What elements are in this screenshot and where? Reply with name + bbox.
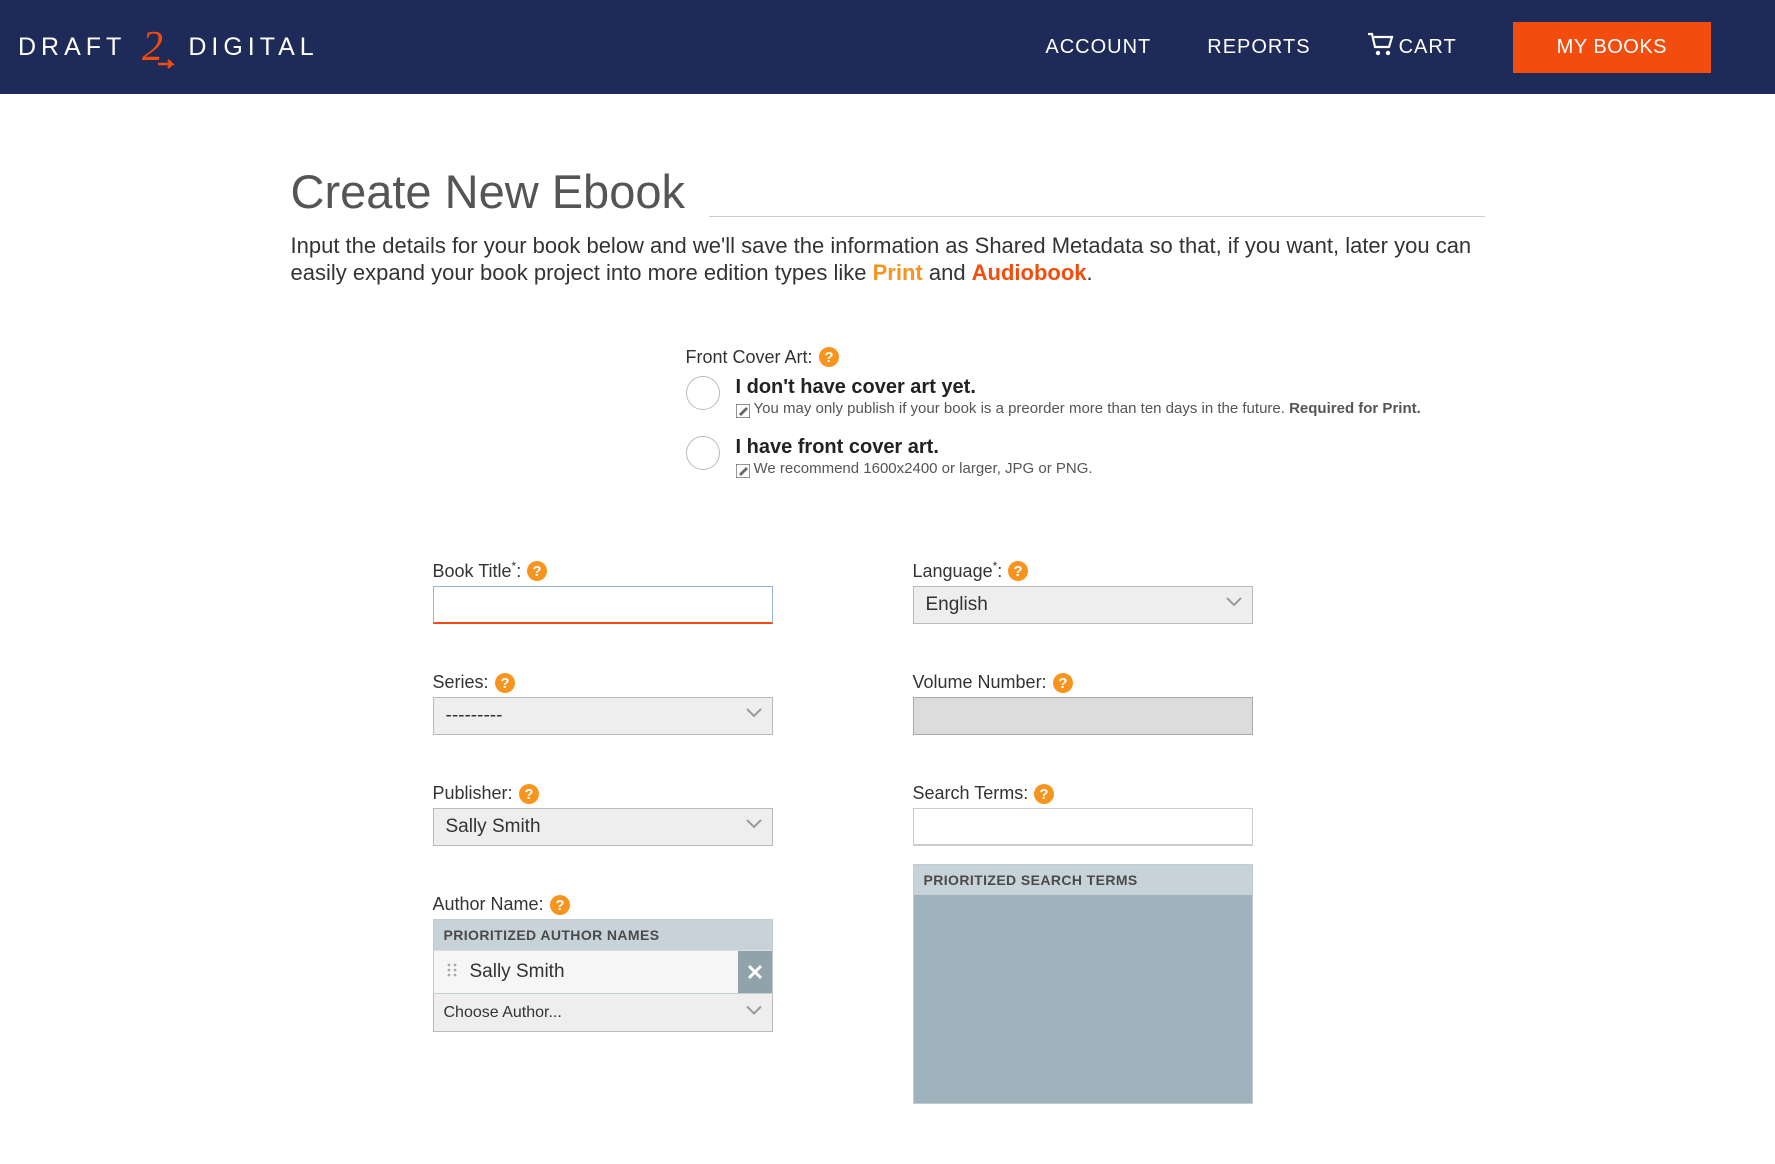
nav-account[interactable]: ACCOUNT — [1045, 36, 1151, 59]
publisher-select[interactable]: Sally Smith — [433, 808, 773, 846]
publisher-label: Publisher: — [433, 783, 773, 804]
author-label-text: Author Name: — [433, 894, 544, 915]
search-terms-panel-header: PRIORITIZED SEARCH TERMS — [914, 865, 1252, 895]
series-select[interactable]: --------- — [433, 697, 773, 735]
search-terms-label-text: Search Terms: — [913, 783, 1029, 804]
main-nav: ACCOUNT REPORTS CART MY BOOKS — [1045, 22, 1711, 73]
series-label-text: Series: — [433, 672, 489, 693]
volume-input-disabled — [913, 697, 1253, 735]
language-value: English — [926, 594, 988, 616]
main-content: Create New Ebook Input the details for y… — [291, 164, 1485, 1164]
cover-opt2-sub-text: We recommend 1600x2400 or larger, JPG or… — [754, 460, 1093, 477]
help-icon[interactable] — [1008, 561, 1028, 581]
volume-label: Volume Number: — [913, 672, 1253, 693]
header: DRAFT 2 DIGITAL ACCOUNT REPORTS CART MY … — [0, 0, 1775, 94]
help-icon[interactable] — [819, 347, 839, 367]
logo-text-right: DIGITAL — [188, 33, 318, 62]
cover-opt2-title: I have front cover art. — [736, 436, 1093, 458]
pencil-icon — [736, 464, 750, 478]
cover-opt1-sub-b: Required for Print. — [1289, 400, 1421, 417]
nav-cart-label: CART — [1399, 36, 1457, 59]
choose-author-select[interactable]: Choose Author... — [433, 994, 773, 1032]
search-terms-input[interactable] — [913, 808, 1253, 846]
language-select[interactable]: English — [913, 586, 1253, 624]
author-list-item[interactable]: Sally Smith — [434, 950, 772, 993]
radio-icon[interactable] — [686, 436, 720, 470]
form-grid: Book Title*: Language*: English Series: … — [433, 559, 1485, 1104]
volume-field: Volume Number: — [913, 672, 1253, 735]
search-terms-field: Search Terms: — [913, 783, 1253, 846]
page-title: Create New Ebook — [291, 164, 685, 219]
logo-text-left: DRAFT — [18, 33, 126, 62]
book-title-input[interactable] — [433, 586, 773, 624]
logo-2-icon: 2 — [130, 20, 184, 74]
book-title-label: Book Title*: — [433, 559, 773, 582]
author-field: Author Name: PRIORITIZED AUTHOR NAMES Sa… — [433, 894, 773, 1032]
chevron-down-icon — [746, 816, 762, 838]
book-title-field: Book Title*: — [433, 559, 773, 624]
cover-opt2-sub: We recommend 1600x2400 or larger, JPG or… — [736, 460, 1093, 479]
help-icon[interactable] — [495, 673, 515, 693]
chevron-down-icon — [746, 705, 762, 727]
logo[interactable]: DRAFT 2 DIGITAL — [18, 20, 319, 74]
publisher-value: Sally Smith — [446, 816, 541, 838]
author-panel-header: PRIORITIZED AUTHOR NAMES — [434, 920, 772, 950]
publisher-field: Publisher: Sally Smith — [433, 783, 773, 846]
language-field: Language*: English — [913, 559, 1253, 624]
nav-cart[interactable]: CART — [1367, 32, 1457, 62]
help-icon[interactable] — [550, 895, 570, 915]
nav-reports[interactable]: REPORTS — [1207, 36, 1310, 59]
author-label: Author Name: — [433, 894, 773, 915]
series-value: --------- — [446, 705, 503, 727]
my-books-button[interactable]: MY BOOKS — [1513, 22, 1711, 73]
intro-print: Print — [873, 260, 923, 285]
cover-art-label-text: Front Cover Art: — [686, 347, 813, 368]
publisher-label-text: Publisher: — [433, 783, 513, 804]
series-label: Series: — [433, 672, 773, 693]
pencil-icon — [736, 404, 750, 418]
help-icon[interactable] — [527, 561, 547, 581]
chevron-down-icon — [746, 1002, 762, 1023]
author-list-panel: PRIORITIZED AUTHOR NAMES Sally Smith — [433, 919, 773, 994]
cover-option-no-art[interactable]: I don't have cover art yet. You may only… — [686, 376, 1485, 419]
intro-and: and — [923, 260, 972, 285]
cover-opt1-title: I don't have cover art yet. — [736, 376, 1421, 398]
help-icon[interactable] — [1034, 784, 1054, 804]
cart-icon — [1367, 32, 1395, 62]
choose-author-text: Choose Author... — [444, 1004, 562, 1022]
cover-opt1-sub-a: You may only publish if your book is a p… — [754, 400, 1290, 417]
help-icon[interactable] — [519, 784, 539, 804]
author-name: Sally Smith — [470, 951, 738, 993]
language-label: Language*: — [913, 559, 1253, 582]
right-col-search-terms: Search Terms: PRIORITIZED SEARCH TERMS — [913, 783, 1253, 1104]
help-icon[interactable] — [1053, 673, 1073, 693]
cover-option-have-art[interactable]: I have front cover art. We recommend 160… — [686, 436, 1485, 479]
series-field: Series: --------- — [433, 672, 773, 735]
left-col-pub-auth: Publisher: Sally Smith Author Name: PRIO… — [433, 783, 773, 1032]
search-terms-panel: PRIORITIZED SEARCH TERMS — [913, 864, 1253, 1104]
search-terms-label: Search Terms: — [913, 783, 1253, 804]
cover-opt1-sub: You may only publish if your book is a p… — [736, 400, 1421, 419]
drag-handle-icon[interactable] — [434, 962, 470, 983]
intro-end: . — [1087, 260, 1093, 285]
volume-label-text: Volume Number: — [913, 672, 1047, 693]
intro-text: Input the details for your book below an… — [291, 233, 1481, 287]
cover-art-section: Front Cover Art: I don't have cover art … — [686, 347, 1485, 480]
remove-author-button[interactable] — [738, 951, 772, 993]
intro-audio: Audiobook — [972, 260, 1087, 285]
radio-icon[interactable] — [686, 376, 720, 410]
cover-art-label: Front Cover Art: — [686, 347, 1485, 368]
chevron-down-icon — [1226, 594, 1242, 616]
language-label-text: Language — [913, 561, 993, 581]
title-rule — [709, 216, 1485, 217]
book-title-label-text: Book Title — [433, 561, 512, 581]
